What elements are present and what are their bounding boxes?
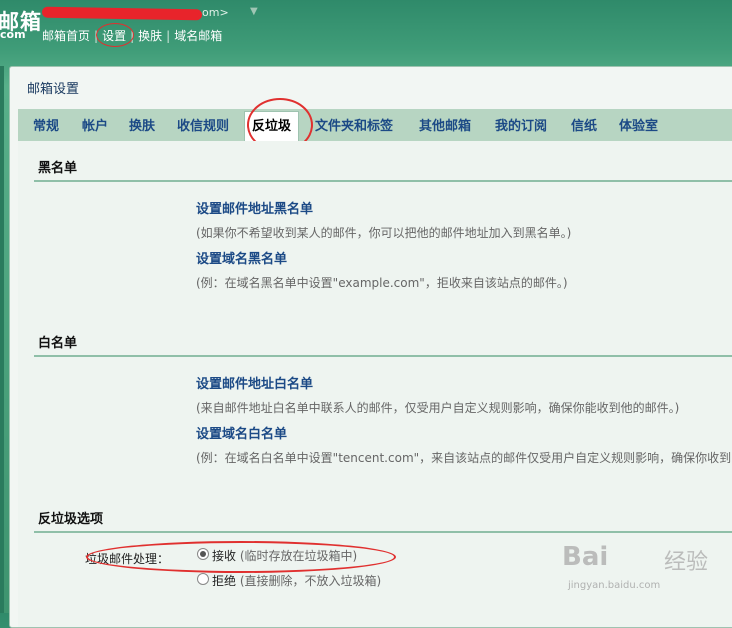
- blacklist-address-desc: (如果你不希望收到某人的邮件，你可以把他的邮件地址加入到黑名单。): [196, 226, 572, 240]
- blacklist-title: 黑名单: [38, 161, 78, 176]
- tab-receive-rules[interactable]: 收信规则: [177, 115, 229, 139]
- tab-my-subscriptions[interactable]: 我的订阅: [495, 115, 547, 139]
- tab-account[interactable]: 帐户: [82, 115, 108, 139]
- section-divider: [34, 355, 732, 357]
- whitelist-address-desc: (来自邮件地址白名单中联系人的邮件，仅受用户自定义规则影响，确保你能收到他的邮件…: [196, 401, 680, 415]
- section-divider: [34, 180, 732, 182]
- nav-domain-mail[interactable]: 域名邮箱: [174, 27, 222, 44]
- tab-folders-labels[interactable]: 文件夹和标签: [315, 115, 393, 139]
- section-divider: [34, 531, 732, 533]
- option-reject-label: 拒绝: [212, 574, 237, 588]
- settings-panel: 邮箱设置 常规 帐户 换肤 收信规则 反垃圾 文件夹和标签 其他邮箱 我的订阅 …: [9, 66, 732, 628]
- nav-separator: |: [166, 29, 171, 43]
- whitelist-address-link[interactable]: 设置邮件地址白名单: [196, 373, 313, 392]
- account-name-tail: om>: [202, 6, 229, 19]
- blacklist-domain-link[interactable]: 设置域名黑名单: [196, 248, 287, 267]
- option-reject[interactable]: 拒绝 (直接删除，不放入垃圾箱): [212, 572, 381, 589]
- nav-skin[interactable]: 换肤: [138, 27, 162, 44]
- tab-lab[interactable]: 体验室: [619, 115, 658, 139]
- option-reject-note: (直接删除，不放入垃圾箱): [239, 574, 382, 588]
- chevron-down-icon[interactable]: ▼: [250, 6, 258, 17]
- blacklist-address-link[interactable]: 设置邮件地址黑名单: [196, 198, 313, 217]
- tab-skin[interactable]: 换肤: [129, 115, 155, 139]
- whitelist-title: 白名单: [38, 336, 78, 351]
- tab-stationery[interactable]: 信纸: [571, 115, 597, 139]
- blacklist-domain-desc: (例：在域名黑名单中设置"example.com"，拒收来自该站点的邮件。): [196, 276, 568, 290]
- nav-mailbox-home[interactable]: 邮箱首页: [42, 27, 90, 44]
- tab-other-mailbox[interactable]: 其他邮箱: [419, 115, 471, 139]
- annotation-circle-option: [86, 541, 396, 573]
- logo-domain: com: [0, 28, 26, 41]
- annotation-circle-settings: [96, 23, 134, 47]
- left-gutter: [0, 66, 4, 613]
- tab-general[interactable]: 常规: [33, 115, 59, 139]
- panel-title: 邮箱设置: [27, 82, 80, 97]
- radio-reject[interactable]: [197, 573, 209, 585]
- antispam-title: 反垃圾选项: [38, 512, 104, 527]
- whitelist-domain-link[interactable]: 设置域名白名单: [196, 423, 287, 442]
- whitelist-domain-desc: (例：在域名白名单中设置"tencent.com"，来自该站点的邮件仅受用户自定…: [196, 451, 732, 465]
- account-switcher[interactable]: om> ▼: [41, 6, 258, 22]
- redaction-scribble: [41, 6, 203, 21]
